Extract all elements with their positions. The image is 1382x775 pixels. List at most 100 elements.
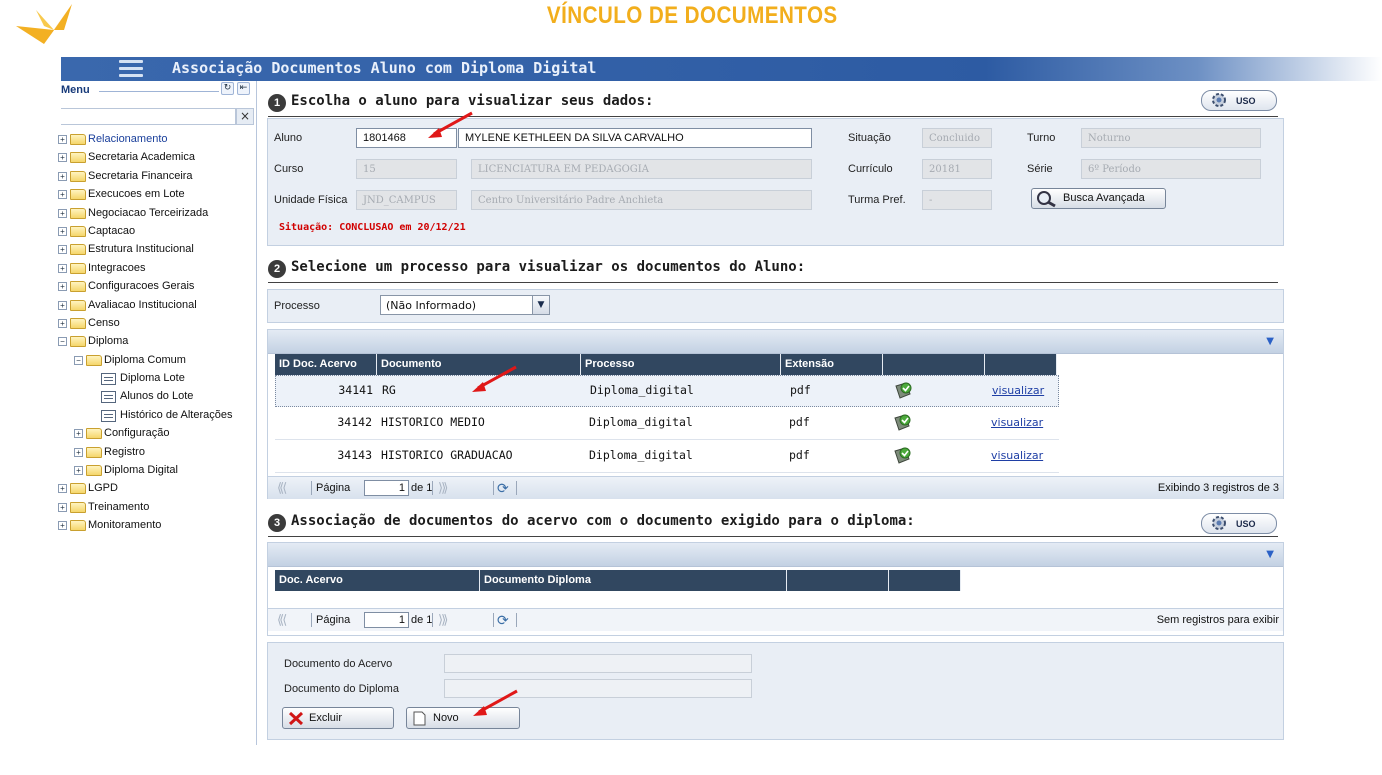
column-header[interactable] xyxy=(985,354,1057,375)
novo-button[interactable]: Novo xyxy=(406,707,520,729)
sidebar-item[interactable]: + Integracoes xyxy=(58,260,257,278)
expand-plus-icon[interactable]: + xyxy=(58,484,67,494)
excluir-button[interactable]: Excluir xyxy=(282,707,394,729)
sidebar-item[interactable]: + Captacao xyxy=(58,223,257,241)
download-document-icon[interactable] xyxy=(894,382,913,400)
visualizar-link[interactable]: visualizar xyxy=(991,449,1043,462)
sidebar-item[interactable]: + Execucoes em Lote xyxy=(58,186,257,204)
hamburger-menu-icon[interactable] xyxy=(119,60,143,77)
sidebar-item-label: Registro xyxy=(104,445,145,458)
column-header[interactable]: Extensão xyxy=(781,354,883,375)
sidebar-item[interactable]: + Secretaria Financeira xyxy=(58,168,257,186)
column-header[interactable]: Documento xyxy=(377,354,581,375)
app-title: Associação Documentos Aluno com Diploma … xyxy=(172,59,597,77)
menu-tree: + Relacionamento + Secretaria Academica + Sec… xyxy=(58,131,257,536)
table-row[interactable]: 34142 HISTORICO MEDIO Diploma_digital pdf vi… xyxy=(275,408,1059,440)
visualizar-link[interactable]: visualizar xyxy=(992,384,1044,397)
chevron-down-icon[interactable]: ▼ xyxy=(532,296,549,314)
expand-plus-icon[interactable]: + xyxy=(58,502,67,512)
logo-bird-icon xyxy=(16,4,72,44)
sidebar-item[interactable]: + Censo xyxy=(58,315,257,333)
sidebar-item[interactable]: Diploma Lote xyxy=(61,370,257,388)
column-header[interactable]: ID Doc. Acervo xyxy=(275,354,377,375)
first-page-icon[interactable]: ⟪⟨ xyxy=(277,480,287,496)
page-number-input[interactable]: 1 xyxy=(364,480,409,496)
sidebar-item[interactable]: Histórico de Alterações xyxy=(61,407,257,425)
column-header[interactable]: Documento Diploma xyxy=(480,570,787,591)
cell-extensao: pdf xyxy=(790,383,811,397)
expand-plus-icon[interactable]: + xyxy=(74,447,83,457)
expand-plus-icon[interactable]: + xyxy=(58,208,67,218)
doc-acervo-field[interactable] xyxy=(444,654,752,673)
expand-plus-icon[interactable]: + xyxy=(58,135,67,144)
expand-plus-icon[interactable]: + xyxy=(58,190,67,200)
last-page-icon[interactable]: ⟩⟫ xyxy=(438,480,448,496)
download-document-icon[interactable] xyxy=(893,447,912,465)
expand-arrow-icon[interactable]: ▼ xyxy=(1266,336,1274,347)
sidebar-item[interactable]: + Configuracoes Gerais xyxy=(58,278,257,296)
first-page-icon[interactable]: ⟪⟨ xyxy=(277,612,287,628)
uso-button-3[interactable]: USO xyxy=(1201,513,1277,534)
sidebar-item[interactable]: − Diploma xyxy=(58,333,257,351)
refresh-icon[interactable]: ⟳ xyxy=(497,480,509,497)
refresh-menu-icon[interactable]: ↻ xyxy=(221,82,234,95)
uso-button-1[interactable]: USO xyxy=(1201,90,1277,111)
refresh-icon[interactable]: ⟳ xyxy=(497,612,509,629)
cell-processo: Diploma_digital xyxy=(589,415,693,429)
sidebar-item[interactable]: + Registro xyxy=(61,444,257,462)
sidebar-item[interactable]: + Negociacao Terceirizada xyxy=(58,205,257,223)
sidebar-item-label: Diploma Lote xyxy=(120,372,185,385)
folder-icon xyxy=(70,189,86,201)
table-row[interactable]: 34143 HISTORICO GRADUACAO Diploma_digital p… xyxy=(275,441,1059,473)
processo-select[interactable]: (Não Informado) ▼ xyxy=(380,295,550,315)
clear-search-icon[interactable]: × xyxy=(236,108,254,125)
sidebar-item[interactable]: + LGPD xyxy=(58,480,257,498)
expand-plus-icon[interactable]: + xyxy=(58,153,67,163)
table-row[interactable]: 34141 RG Diploma_digital pdf visualizar xyxy=(275,375,1059,407)
expand-plus-icon[interactable]: + xyxy=(58,300,67,310)
doc-diploma-field[interactable] xyxy=(444,679,752,698)
cell-id: 34143 xyxy=(337,448,372,462)
expand-plus-icon[interactable]: + xyxy=(58,245,67,255)
column-header[interactable]: Processo xyxy=(581,354,781,375)
expand-plus-icon[interactable]: + xyxy=(58,263,67,273)
aluno-name-input[interactable]: MYLENE KETHLEEN DA SILVA CARVALHO xyxy=(458,128,812,148)
sidebar-item[interactable]: + Diploma Digital xyxy=(61,462,257,480)
expand-plus-icon[interactable]: + xyxy=(74,466,83,476)
page-number-input[interactable]: 1 xyxy=(364,612,409,628)
collapse-menu-icon[interactable]: ⇤ xyxy=(237,82,250,95)
expand-arrow-icon[interactable]: ▼ xyxy=(1266,549,1274,560)
visualizar-link[interactable]: visualizar xyxy=(991,416,1043,429)
folder-icon xyxy=(70,501,86,513)
sidebar-item[interactable]: + Estrutura Institucional xyxy=(58,241,257,259)
busca-avancada-button[interactable]: Busca Avançada xyxy=(1031,188,1166,209)
sidebar-item[interactable]: + Treinamento xyxy=(58,499,257,517)
expand-plus-icon[interactable]: + xyxy=(58,318,67,328)
column-header[interactable]: Doc. Acervo xyxy=(275,570,480,591)
expand-plus-icon[interactable]: + xyxy=(58,171,67,181)
sidebar-item[interactable]: + Avaliacao Institucional xyxy=(58,297,257,315)
aluno-code-input[interactable]: 1801468 xyxy=(356,128,457,148)
sidebar-item[interactable]: + Relacionamento xyxy=(58,131,257,149)
sidebar-item[interactable]: + Monitoramento xyxy=(58,517,257,535)
collapse-minus-icon[interactable]: − xyxy=(58,337,67,347)
expand-plus-icon[interactable]: + xyxy=(58,282,67,292)
gear-icon xyxy=(1212,516,1226,530)
sidebar-item[interactable]: + Secretaria Academica xyxy=(58,149,257,167)
last-page-icon[interactable]: ⟩⟫ xyxy=(438,612,448,628)
sidebar-item[interactable]: Alunos do Lote xyxy=(61,388,257,406)
column-header[interactable] xyxy=(883,354,985,375)
collapse-minus-icon[interactable]: − xyxy=(74,355,83,365)
folder-icon xyxy=(86,446,102,458)
section2-title: Selecione um processo para visualizar os… xyxy=(291,259,806,275)
expand-plus-icon[interactable]: + xyxy=(74,429,83,439)
expand-plus-icon[interactable]: + xyxy=(58,226,67,236)
menu-search-input[interactable] xyxy=(61,108,236,125)
column-header[interactable] xyxy=(889,570,961,591)
sidebar-item[interactable]: − Diploma Comum xyxy=(61,352,257,370)
download-document-icon[interactable] xyxy=(893,414,912,432)
sidebar-item[interactable]: + Configuração xyxy=(61,425,257,443)
column-header[interactable] xyxy=(787,570,889,591)
documents-grid: ▼ ID Doc. Acervo Documento Processo Extensã… xyxy=(267,329,1284,499)
expand-plus-icon[interactable]: + xyxy=(58,521,67,531)
